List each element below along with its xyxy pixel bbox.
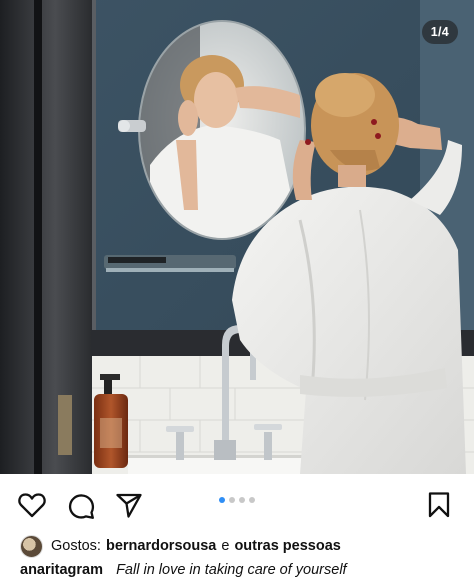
caption-text: Fall in love in taking care of yourself bbox=[116, 562, 347, 578]
comment-button[interactable] bbox=[66, 490, 96, 520]
share-button[interactable] bbox=[114, 490, 144, 520]
save-button[interactable] bbox=[424, 490, 454, 520]
carousel-dot bbox=[229, 497, 235, 503]
carousel-dot bbox=[249, 497, 255, 503]
liker-username[interactable]: bernardorsousa bbox=[106, 538, 216, 554]
image-counter-badge: 1/4 bbox=[421, 20, 458, 44]
caption-username[interactable]: anaritagram bbox=[20, 562, 103, 578]
carousel-indicator bbox=[0, 497, 474, 503]
heart-icon bbox=[18, 493, 46, 518]
carousel-dot bbox=[239, 497, 245, 503]
comment-icon bbox=[68, 494, 95, 519]
like-button[interactable] bbox=[17, 490, 47, 520]
likes-summary[interactable]: Gostos: bernardorsousa e outras pessoas bbox=[20, 534, 341, 558]
likes-joiner: e bbox=[221, 538, 230, 554]
post-caption: anaritagram Fall in love in taking care … bbox=[20, 562, 347, 578]
post-photo-illustration bbox=[0, 0, 474, 474]
send-icon bbox=[116, 493, 142, 518]
post-image[interactable]: 1/4 bbox=[0, 0, 474, 474]
liker-avatar[interactable] bbox=[20, 534, 43, 558]
carousel-dot-active bbox=[219, 497, 225, 503]
likes-prefix: Gostos: bbox=[51, 538, 101, 554]
likes-others-link[interactable]: outras pessoas bbox=[234, 538, 340, 554]
bookmark-icon bbox=[428, 492, 450, 518]
